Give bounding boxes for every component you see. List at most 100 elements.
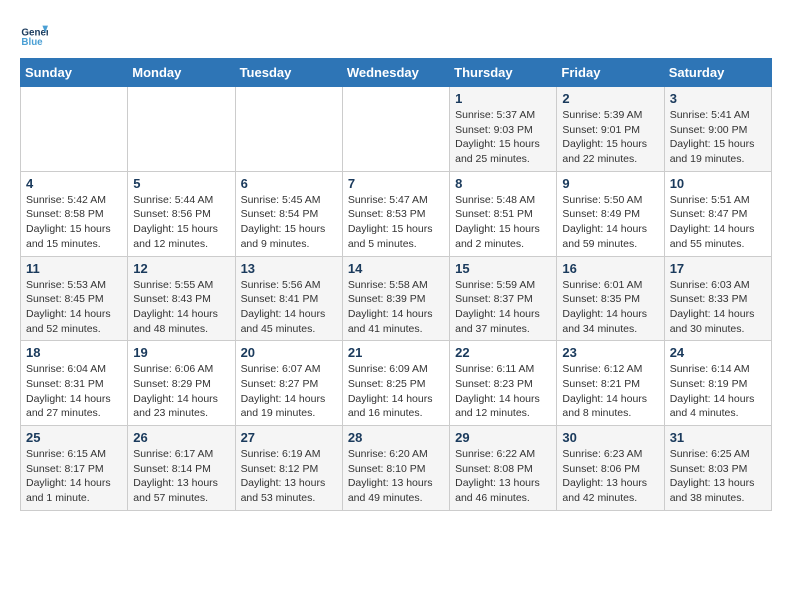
- calendar-table: SundayMondayTuesdayWednesdayThursdayFrid…: [20, 58, 772, 511]
- weekday-header: Sunday: [21, 59, 128, 87]
- calendar-cell: 9 Sunrise: 5:50 AM Sunset: 8:49 PM Daylig…: [557, 171, 664, 256]
- calendar-cell: 2Sunrise: 5:39 AM Sunset: 9:01 PM Daylig…: [557, 87, 664, 172]
- day-info: Sunrise: 6:25 AM Sunset: 8:03 PM Dayligh…: [670, 447, 766, 506]
- day-info: Sunrise: 6:19 AM Sunset: 8:12 PM Dayligh…: [241, 447, 337, 506]
- day-info: Sunrise: 6:04 AM Sunset: 8:31 PM Dayligh…: [26, 362, 122, 421]
- calendar-cell: [128, 87, 235, 172]
- calendar-cell: 30Sunrise: 6:23 AM Sunset: 8:06 PM Dayli…: [557, 426, 664, 511]
- day-info: Sunrise: 6:09 AM Sunset: 8:25 PM Dayligh…: [348, 362, 444, 421]
- calendar-week-row: 1 Sunrise: 5:37 AM Sunset: 9:03 PM Daylig…: [21, 87, 772, 172]
- calendar-cell: 21 Sunrise: 6:09 AM Sunset: 8:25 PM Dayli…: [342, 341, 449, 426]
- day-info: Sunrise: 5:42 AM Sunset: 8:58 PM Dayligh…: [26, 193, 122, 252]
- calendar-week-row: 25 Sunrise: 6:15 AM Sunset: 8:17 PM Dayli…: [21, 426, 772, 511]
- day-number: 18: [26, 345, 122, 360]
- day-number: 12: [133, 261, 229, 276]
- day-number: 15: [455, 261, 551, 276]
- calendar-header-row: SundayMondayTuesdayWednesdayThursdayFrid…: [21, 59, 772, 87]
- day-info: Sunrise: 6:17 AM Sunset: 8:14 PM Dayligh…: [133, 447, 229, 506]
- weekday-header: Monday: [128, 59, 235, 87]
- weekday-header: Saturday: [664, 59, 771, 87]
- weekday-header: Wednesday: [342, 59, 449, 87]
- calendar-cell: 14 Sunrise: 5:58 AM Sunset: 8:39 PM Dayli…: [342, 256, 449, 341]
- calendar-cell: 19 Sunrise: 6:06 AM Sunset: 8:29 PM Dayli…: [128, 341, 235, 426]
- calendar-cell: [21, 87, 128, 172]
- calendar-week-row: 4 Sunrise: 5:42 AM Sunset: 8:58 PM Daylig…: [21, 171, 772, 256]
- calendar-cell: 10Sunrise: 5:51 AM Sunset: 8:47 PM Dayli…: [664, 171, 771, 256]
- calendar-cell: [342, 87, 449, 172]
- day-info: Sunrise: 6:12 AM Sunset: 8:21 PM Dayligh…: [562, 362, 658, 421]
- calendar-cell: 17 Sunrise: 6:03 AM Sunset: 8:33 PM Dayli…: [664, 256, 771, 341]
- calendar-cell: 24 Sunrise: 6:14 AM Sunset: 8:19 PM Dayli…: [664, 341, 771, 426]
- day-info: Sunrise: 6:01 AM Sunset: 8:35 PM Dayligh…: [562, 278, 658, 337]
- day-number: 19: [133, 345, 229, 360]
- day-info: Sunrise: 5:59 AM Sunset: 8:37 PM Dayligh…: [455, 278, 551, 337]
- logo: General Blue: [20, 20, 52, 48]
- day-number: 13: [241, 261, 337, 276]
- calendar-cell: 11Sunrise: 5:53 AM Sunset: 8:45 PM Dayli…: [21, 256, 128, 341]
- day-number: 1: [455, 91, 551, 106]
- calendar-cell: 25 Sunrise: 6:15 AM Sunset: 8:17 PM Dayli…: [21, 426, 128, 511]
- calendar-cell: 3 Sunrise: 5:41 AM Sunset: 9:00 PM Daylig…: [664, 87, 771, 172]
- day-number: 20: [241, 345, 337, 360]
- day-number: 29: [455, 430, 551, 445]
- calendar-week-row: 11Sunrise: 5:53 AM Sunset: 8:45 PM Dayli…: [21, 256, 772, 341]
- calendar-cell: 26Sunrise: 6:17 AM Sunset: 8:14 PM Dayli…: [128, 426, 235, 511]
- day-number: 28: [348, 430, 444, 445]
- calendar-cell: 4 Sunrise: 5:42 AM Sunset: 8:58 PM Daylig…: [21, 171, 128, 256]
- calendar-cell: 31Sunrise: 6:25 AM Sunset: 8:03 PM Dayli…: [664, 426, 771, 511]
- calendar-week-row: 18 Sunrise: 6:04 AM Sunset: 8:31 PM Dayli…: [21, 341, 772, 426]
- day-number: 6: [241, 176, 337, 191]
- calendar-cell: 7 Sunrise: 5:47 AM Sunset: 8:53 PM Daylig…: [342, 171, 449, 256]
- day-number: 17: [670, 261, 766, 276]
- calendar-cell: 8 Sunrise: 5:48 AM Sunset: 8:51 PM Daylig…: [450, 171, 557, 256]
- calendar-cell: 12Sunrise: 5:55 AM Sunset: 8:43 PM Dayli…: [128, 256, 235, 341]
- day-number: 23: [562, 345, 658, 360]
- calendar-cell: [235, 87, 342, 172]
- day-info: Sunrise: 5:50 AM Sunset: 8:49 PM Dayligh…: [562, 193, 658, 252]
- day-info: Sunrise: 6:22 AM Sunset: 8:08 PM Dayligh…: [455, 447, 551, 506]
- day-number: 8: [455, 176, 551, 191]
- weekday-header: Friday: [557, 59, 664, 87]
- weekday-header: Thursday: [450, 59, 557, 87]
- day-info: Sunrise: 6:14 AM Sunset: 8:19 PM Dayligh…: [670, 362, 766, 421]
- calendar-cell: 16 Sunrise: 6:01 AM Sunset: 8:35 PM Dayli…: [557, 256, 664, 341]
- day-info: Sunrise: 5:58 AM Sunset: 8:39 PM Dayligh…: [348, 278, 444, 337]
- day-number: 22: [455, 345, 551, 360]
- page-header: General Blue: [20, 20, 772, 48]
- day-info: Sunrise: 5:37 AM Sunset: 9:03 PM Dayligh…: [455, 108, 551, 167]
- day-info: Sunrise: 5:47 AM Sunset: 8:53 PM Dayligh…: [348, 193, 444, 252]
- day-number: 16: [562, 261, 658, 276]
- calendar-cell: 20 Sunrise: 6:07 AM Sunset: 8:27 PM Dayli…: [235, 341, 342, 426]
- weekday-header: Tuesday: [235, 59, 342, 87]
- day-info: Sunrise: 5:53 AM Sunset: 8:45 PM Dayligh…: [26, 278, 122, 337]
- day-info: Sunrise: 5:41 AM Sunset: 9:00 PM Dayligh…: [670, 108, 766, 167]
- svg-text:Blue: Blue: [21, 37, 43, 48]
- calendar-cell: 18 Sunrise: 6:04 AM Sunset: 8:31 PM Dayli…: [21, 341, 128, 426]
- calendar-cell: 5 Sunrise: 5:44 AM Sunset: 8:56 PM Daylig…: [128, 171, 235, 256]
- day-info: Sunrise: 5:51 AM Sunset: 8:47 PM Dayligh…: [670, 193, 766, 252]
- day-number: 2: [562, 91, 658, 106]
- day-number: 9: [562, 176, 658, 191]
- day-number: 24: [670, 345, 766, 360]
- day-number: 7: [348, 176, 444, 191]
- logo-icon: General Blue: [20, 20, 48, 48]
- day-info: Sunrise: 6:03 AM Sunset: 8:33 PM Dayligh…: [670, 278, 766, 337]
- day-number: 5: [133, 176, 229, 191]
- day-number: 25: [26, 430, 122, 445]
- calendar-cell: 23 Sunrise: 6:12 AM Sunset: 8:21 PM Dayli…: [557, 341, 664, 426]
- day-info: Sunrise: 5:44 AM Sunset: 8:56 PM Dayligh…: [133, 193, 229, 252]
- day-number: 14: [348, 261, 444, 276]
- calendar-cell: 6Sunrise: 5:45 AM Sunset: 8:54 PM Daylig…: [235, 171, 342, 256]
- day-info: Sunrise: 5:56 AM Sunset: 8:41 PM Dayligh…: [241, 278, 337, 337]
- day-info: Sunrise: 6:15 AM Sunset: 8:17 PM Dayligh…: [26, 447, 122, 506]
- day-number: 30: [562, 430, 658, 445]
- day-number: 3: [670, 91, 766, 106]
- calendar-cell: 13 Sunrise: 5:56 AM Sunset: 8:41 PM Dayli…: [235, 256, 342, 341]
- day-number: 4: [26, 176, 122, 191]
- calendar-cell: 22 Sunrise: 6:11 AM Sunset: 8:23 PM Dayli…: [450, 341, 557, 426]
- day-number: 21: [348, 345, 444, 360]
- day-info: Sunrise: 6:06 AM Sunset: 8:29 PM Dayligh…: [133, 362, 229, 421]
- day-info: Sunrise: 5:48 AM Sunset: 8:51 PM Dayligh…: [455, 193, 551, 252]
- day-info: Sunrise: 6:11 AM Sunset: 8:23 PM Dayligh…: [455, 362, 551, 421]
- day-info: Sunrise: 6:07 AM Sunset: 8:27 PM Dayligh…: [241, 362, 337, 421]
